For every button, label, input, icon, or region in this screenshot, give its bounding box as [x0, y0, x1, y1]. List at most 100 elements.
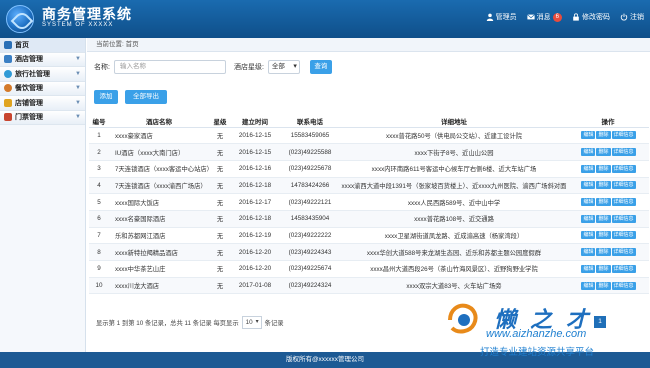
delete-button[interactable]: 删除 — [596, 198, 611, 207]
table-cell: 15583459065 — [279, 127, 341, 145]
delete-button[interactable]: 删除 — [596, 264, 611, 273]
edit-button[interactable]: 编辑 — [581, 214, 596, 223]
table-cell: 7天连锁酒店（xxxx客运中心站店） — [109, 160, 209, 178]
sidebar-item-label: 店铺管理 — [15, 99, 43, 107]
top-nav: 管理员 消息 6 修改密码 注销 — [486, 12, 644, 22]
table-cell: xxxx普花路50号（供电局公交站）、近建工设计院 — [341, 127, 567, 145]
table-row: 4 7天连锁酒店（xxxx渝西广场店）无 2016-12-18 14783424266… — [89, 177, 649, 195]
operations-cell: 编辑 删除 详细信息 — [567, 260, 649, 278]
chevron-down-icon: ▼ — [75, 99, 81, 106]
edit-button[interactable]: 编辑 — [581, 264, 596, 273]
sidebar-item-travel[interactable]: 旅行社管理 ▼ — [0, 67, 85, 82]
breadcrumb: 当前位置: 首页 — [87, 38, 650, 52]
details-button[interactable]: 详细信息 — [611, 231, 636, 240]
ticket-icon — [4, 113, 12, 122]
query-button[interactable]: 查询 — [309, 60, 332, 74]
sidebar-item-ticket[interactable]: 门票管理 ▼ — [0, 110, 85, 125]
app-title: 商务管理系统 — [42, 6, 132, 22]
logout-link[interactable]: 注销 — [620, 12, 644, 22]
edit-button[interactable]: 编辑 — [581, 231, 596, 240]
edit-button[interactable]: 编辑 — [581, 248, 596, 257]
delete-button[interactable]: 删除 — [596, 164, 611, 173]
shop-icon — [4, 98, 12, 107]
page-size-select[interactable]: 10 — [241, 316, 262, 329]
star-label: 酒店星级: — [233, 64, 264, 71]
table-cell: 5 — [89, 193, 109, 211]
name-label: 名称: — [94, 64, 110, 71]
table-cell: (023)49225678 — [279, 160, 341, 178]
table-row: 9 xxxx中华茶艺山庄无 2016-12-20 (023)49225674 xxxx昌… — [89, 260, 649, 278]
page-button-current[interactable]: 1 — [594, 316, 606, 328]
home-icon — [4, 40, 12, 49]
table-cell: (023)49225674 — [279, 260, 341, 278]
delete-button[interactable]: 删除 — [596, 214, 611, 223]
operations-cell: 编辑 删除 详细信息 — [567, 160, 649, 178]
export-all-button[interactable]: 全部导出 — [125, 90, 167, 104]
table-cell: 乐和苏都网江酒店 — [109, 227, 209, 245]
delete-button[interactable]: 删除 — [596, 148, 611, 157]
details-button[interactable]: 详细信息 — [611, 281, 636, 290]
operations-cell: 编辑 删除 详细信息 — [567, 210, 649, 228]
details-button[interactable]: 详细信息 — [611, 264, 636, 273]
hotel-icon — [4, 55, 12, 64]
food-icon — [4, 84, 12, 93]
edit-button[interactable]: 编辑 — [581, 148, 596, 157]
chevron-down-icon: ▼ — [75, 70, 81, 77]
edit-button[interactable]: 编辑 — [581, 131, 596, 140]
table-cell: IU酒店（xxxx大南门店） — [109, 143, 209, 161]
sidebar: 首页 酒店管理 ▼ 旅行社管理 ▼ 餐饮管理 ▼ 店铺管理 ▼ 门票管理 ▼ — [0, 38, 86, 352]
edit-button[interactable]: 编辑 — [581, 198, 596, 207]
delete-button[interactable]: 删除 — [596, 281, 611, 290]
details-button[interactable]: 详细信息 — [611, 181, 636, 190]
column-header: 酒店名称 — [109, 115, 209, 128]
table-cell: 2016-12-17 — [231, 193, 279, 211]
delete-button[interactable]: 删除 — [596, 248, 611, 257]
sidebar-item-label: 首页 — [15, 41, 29, 49]
table-cell: xxxx国际大饭店 — [109, 193, 209, 211]
table-header-row: 编号 酒店名称 星级 建立时间 联系电话 详细地址 操作 — [89, 115, 649, 128]
column-header: 星级 — [209, 115, 231, 128]
operations-cell: 编辑 删除 详细信息 — [567, 143, 649, 161]
edit-button[interactable]: 编辑 — [581, 164, 596, 173]
edit-button[interactable]: 编辑 — [581, 281, 596, 290]
mail-icon — [526, 14, 535, 20]
table-cell: xxxx人民西路589号、近中山中学 — [341, 193, 567, 211]
sidebar-item-home[interactable]: 首页 — [0, 38, 85, 53]
hotel-table: 编号 酒店名称 星级 建立时间 联系电话 详细地址 操作 1 xxxx豪家酒店无 2016-12… — [89, 115, 649, 295]
sidebar-item-hotel[interactable]: 酒店管理 ▼ — [0, 52, 85, 67]
table-cell: 2016-12-16 — [231, 160, 279, 178]
edit-button[interactable]: 编辑 — [581, 181, 596, 190]
table-cell: xxxx双宗大道83号、火车站广场旁 — [341, 277, 567, 295]
sidebar-item-food[interactable]: 餐饮管理 ▼ — [0, 81, 85, 96]
chevron-down-icon: ▼ — [75, 114, 81, 121]
messages-link[interactable]: 消息 6 — [526, 12, 562, 22]
details-button[interactable]: 详细信息 — [611, 148, 636, 157]
delete-button[interactable]: 删除 — [596, 231, 611, 240]
table-cell: 无 — [209, 277, 231, 295]
star-select[interactable]: 全部 — [267, 60, 300, 74]
pagination-suffix: 条记录 — [264, 320, 284, 327]
details-button[interactable]: 详细信息 — [611, 248, 636, 257]
delete-button[interactable]: 删除 — [596, 181, 611, 190]
messages-badge: 6 — [552, 12, 562, 22]
table-cell: 9 — [89, 260, 109, 278]
table-row: 5 xxxx国际大饭店无 2016-12-17 (023)49222121 xxxx人民… — [89, 193, 649, 211]
details-button[interactable]: 详细信息 — [611, 131, 636, 140]
admin-link[interactable]: 管理员 — [486, 12, 517, 22]
table-row: 8 xxxx新特拉羯精品酒店无 2016-12-20 (023)49224343 xxx… — [89, 243, 649, 261]
table-cell: xxxx昌州大道西段26号（茶山竹海风景区）、近野狗野业学院 — [341, 260, 567, 278]
details-button[interactable]: 详细信息 — [611, 198, 636, 207]
table-cell: (023)49224324 — [279, 277, 341, 295]
sidebar-item-shop[interactable]: 店铺管理 ▼ — [0, 96, 85, 111]
table-cell: 无 — [209, 160, 231, 178]
name-input[interactable]: 输入名称 — [113, 60, 226, 74]
details-button[interactable]: 详细信息 — [611, 164, 636, 173]
change-password-link[interactable]: 修改密码 — [572, 12, 610, 22]
table-cell: xxxx中华茶艺山庄 — [109, 260, 209, 278]
add-button[interactable]: 添加 — [94, 90, 118, 104]
details-button[interactable]: 详细信息 — [611, 214, 636, 223]
delete-button[interactable]: 删除 — [596, 131, 611, 140]
operations-cell: 编辑 删除 详细信息 — [567, 193, 649, 211]
table-cell: xxxx普花路108号、近交通路 — [341, 210, 567, 228]
table-cell: 7天连锁酒店（xxxx渝西广场店） — [109, 177, 209, 195]
